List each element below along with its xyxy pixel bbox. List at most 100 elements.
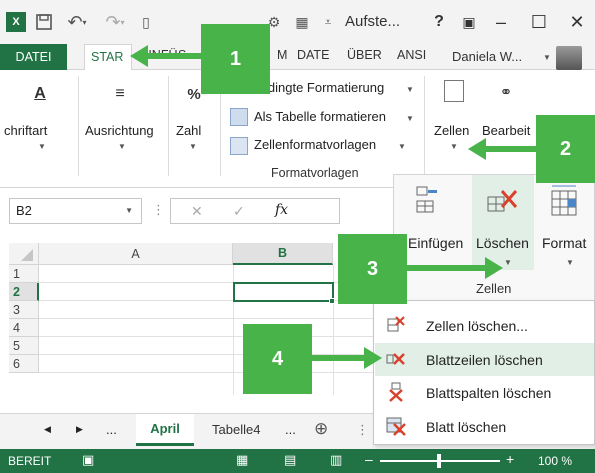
- format-dropdown-icon[interactable]: ▼: [566, 258, 574, 267]
- menu-item-delete-columns[interactable]: Blattspalten löschen: [375, 376, 594, 409]
- editing-group-label[interactable]: Bearbeit: [482, 123, 530, 138]
- menu-item-delete-sheet[interactable]: Blatt löschen: [375, 410, 594, 443]
- cells-group-panel: Einfügen Löschen ▼ Format ▼ Zellen: [393, 174, 595, 302]
- insert-function-icon[interactable]: fx: [275, 202, 288, 218]
- tab-start[interactable]: STAR: [84, 44, 132, 71]
- sheet-more-right[interactable]: ...: [285, 422, 296, 437]
- cell-styles-dropdown-icon[interactable]: ▼: [398, 142, 406, 151]
- format-as-table-button[interactable]: Als Tabelle formatieren: [254, 109, 386, 124]
- delete-button[interactable]: Löschen: [476, 235, 529, 251]
- user-name[interactable]: Daniela W...: [452, 49, 522, 64]
- cells-panel-group-label: Zellen: [476, 281, 512, 296]
- insert-button[interactable]: Einfügen: [408, 235, 463, 251]
- cell-styles-button[interactable]: Zellenformatvorlagen: [254, 137, 376, 152]
- font-icon[interactable]: A: [28, 80, 52, 108]
- select-all-corner[interactable]: [9, 243, 39, 265]
- menu-item-delete-rows[interactable]: Blattzeilen löschen: [375, 343, 594, 376]
- tab-file[interactable]: DATEI: [0, 44, 67, 70]
- sheet-next-icon[interactable]: ▶: [76, 424, 83, 435]
- page-break-view-icon[interactable]: ▥: [330, 452, 342, 468]
- cancel-icon[interactable]: ✕: [191, 203, 203, 220]
- number-dropdown-icon[interactable]: ▼: [189, 142, 197, 151]
- cells-dropdown-icon[interactable]: ▼: [450, 142, 458, 151]
- insert-cells-icon[interactable]: [416, 185, 438, 213]
- save-icon[interactable]: [32, 8, 56, 36]
- delete-dropdown-icon[interactable]: ▼: [504, 258, 512, 267]
- menu-item-label: Blatt löschen: [426, 418, 507, 435]
- selected-cell-b2[interactable]: [233, 282, 334, 302]
- sheet-tab-tabelle4[interactable]: Tabelle4: [212, 422, 260, 437]
- annotation-badge-1: 1: [201, 24, 270, 94]
- name-box-dropdown-icon[interactable]: ▼: [125, 206, 133, 215]
- row-header-2[interactable]: 2: [9, 283, 39, 301]
- tab-view[interactable]: ANSI: [397, 48, 426, 62]
- font-dropdown-icon[interactable]: ▼: [38, 142, 46, 151]
- row-header-4[interactable]: 4: [9, 319, 39, 337]
- new-doc-icon[interactable]: ▯: [134, 8, 158, 36]
- zoom-out-icon[interactable]: –: [365, 451, 373, 467]
- styles-group-label: Formatvorlagen: [271, 166, 359, 180]
- customize-toolbar-icon[interactable]: ⩡: [318, 8, 338, 36]
- title-bar: X ↶ ▾ ↷ ▾ ▯ ⚙ ▦ ⩡ Aufste... ? ▣ – ☐ ✕: [0, 0, 595, 44]
- cell-styles-icon[interactable]: [230, 137, 248, 155]
- binoculars-icon[interactable]: ⚭: [494, 80, 518, 104]
- fill-handle[interactable]: [329, 298, 335, 304]
- normal-view-icon[interactable]: ▦: [236, 452, 248, 468]
- name-box[interactable]: B2 ▼: [9, 198, 142, 224]
- cells-group-label[interactable]: Zellen: [434, 123, 469, 138]
- row-header-5[interactable]: 5: [9, 337, 39, 355]
- menu-item-label: Zellen löschen...: [426, 317, 528, 334]
- sheet-prev-icon[interactable]: ◀: [44, 424, 51, 435]
- format-button[interactable]: Format: [542, 235, 586, 251]
- delete-cells-icon[interactable]: [484, 185, 518, 215]
- sheet-more-left[interactable]: ...: [106, 422, 117, 437]
- alignment-dropdown-icon[interactable]: ▼: [118, 142, 126, 151]
- number-group-label[interactable]: Zahl: [176, 123, 201, 138]
- annotation-arrowhead-3: [485, 257, 503, 279]
- font-group-label[interactable]: chriftart: [4, 123, 47, 138]
- page-layout-view-icon[interactable]: ▤: [284, 452, 296, 468]
- row-header-3[interactable]: 3: [9, 301, 39, 319]
- ribbon-display-icon[interactable]: ▣: [454, 8, 484, 36]
- preview-icon[interactable]: ▦: [290, 8, 314, 36]
- alignment-group-label[interactable]: Ausrichtung: [85, 123, 154, 138]
- row-header-1[interactable]: 1: [9, 265, 39, 283]
- tab-data[interactable]: DATE: [297, 48, 329, 62]
- zoom-in-icon[interactable]: +: [506, 451, 514, 467]
- alignment-icon[interactable]: ≡: [108, 82, 132, 106]
- macro-record-icon[interactable]: ▣: [82, 452, 94, 468]
- close-button[interactable]: ✕: [562, 8, 592, 36]
- row-header-6[interactable]: 6: [9, 355, 39, 373]
- undo-icon[interactable]: ↶ ▾: [60, 8, 94, 36]
- cells-icon[interactable]: [444, 80, 464, 102]
- add-sheet-button[interactable]: ⊕: [314, 419, 328, 439]
- conditional-formatting-button[interactable]: Bedingte Formatierung: [252, 80, 384, 95]
- table-format-icon[interactable]: [230, 108, 248, 126]
- table-format-dropdown-icon[interactable]: ▼: [406, 114, 414, 123]
- cond-format-dropdown-icon[interactable]: ▼: [406, 85, 414, 94]
- tab-review[interactable]: ÜBER: [347, 48, 382, 62]
- redo-icon[interactable]: ↷ ▾: [98, 8, 132, 36]
- annotation-arrowhead-4: [364, 347, 382, 369]
- annotation-arrowhead-1: [130, 45, 148, 67]
- delete-menu: Zellen löschen... Blattzeilen löschen Bl…: [373, 300, 595, 445]
- enter-icon[interactable]: ✓: [233, 203, 245, 220]
- annotation-arrow-1: [146, 53, 204, 59]
- annotation-arrow-4: [310, 355, 366, 361]
- avatar[interactable]: [556, 46, 582, 70]
- tab-formulas[interactable]: M: [277, 48, 287, 62]
- sheet-tab-april[interactable]: April: [136, 414, 194, 446]
- zoom-level[interactable]: 100 %: [538, 454, 572, 468]
- format-cells-icon[interactable]: [546, 183, 580, 217]
- window-title: Aufste...: [345, 13, 401, 30]
- status-text: BEREIT: [8, 454, 52, 468]
- column-header-b[interactable]: B: [233, 243, 333, 265]
- user-dropdown-icon[interactable]: ▼: [543, 53, 551, 62]
- column-header-a[interactable]: A: [39, 243, 233, 265]
- help-button[interactable]: ?: [424, 8, 454, 36]
- menu-item-delete-cells[interactable]: Zellen löschen...: [375, 309, 594, 342]
- zoom-slider-thumb[interactable]: [437, 454, 441, 468]
- minimize-button[interactable]: –: [486, 8, 516, 36]
- excel-logo: X: [6, 12, 26, 32]
- maximize-button[interactable]: ☐: [524, 8, 554, 36]
